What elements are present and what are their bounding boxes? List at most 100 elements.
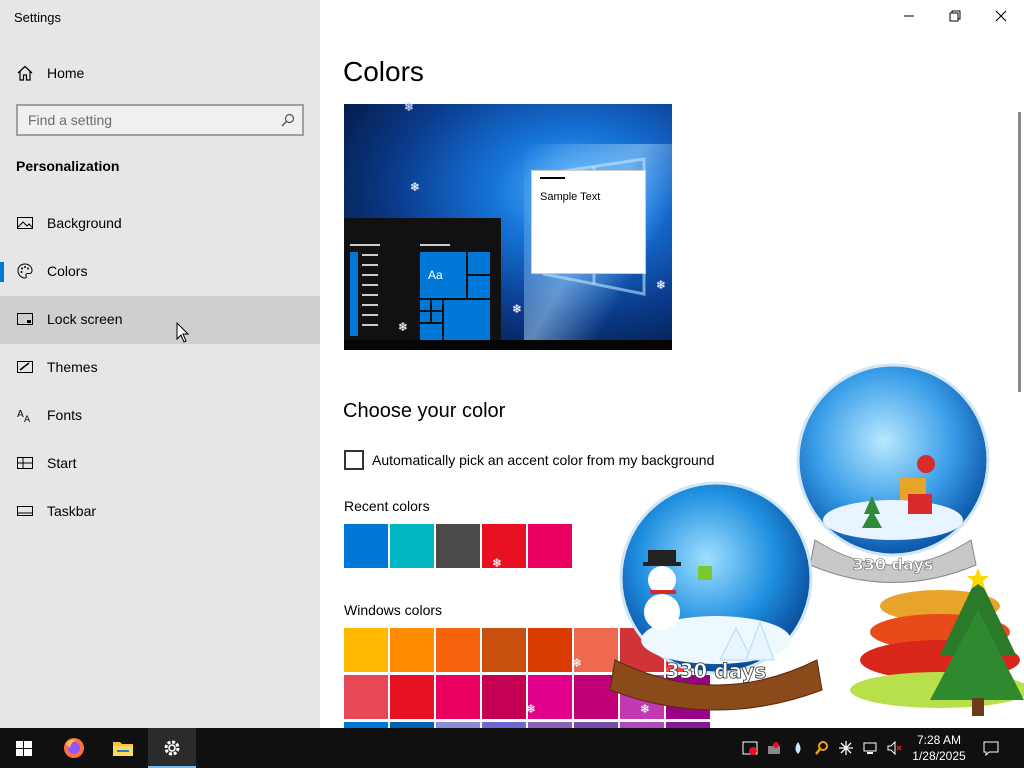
close-icon <box>995 10 1007 22</box>
settings-icon <box>164 740 180 756</box>
search-icon <box>281 113 295 127</box>
snowflake-icon: ❄ <box>656 278 667 292</box>
start-button[interactable] <box>0 728 48 768</box>
sidebar-item-label: Background <box>47 215 122 231</box>
taskbar: 7:28 AM 1/28/2025 <box>0 728 1024 768</box>
firefox-icon <box>64 738 84 758</box>
preview-sample-text: Sample Text <box>540 191 601 203</box>
preview-sample-window: Sample Text <box>531 170 646 274</box>
clock-date: 1/28/2025 <box>912 749 966 763</box>
windows-color-swatch[interactable] <box>482 628 526 672</box>
sidebar-item-label: Start <box>47 455 77 471</box>
firefox-taskbar-button[interactable] <box>50 728 98 768</box>
sidebar-item-label: Lock screen <box>47 311 123 327</box>
windows-color-swatch[interactable] <box>666 675 710 719</box>
snowflake-icon: ❄ <box>640 702 651 716</box>
sidebar-item-colors[interactable]: Colors <box>0 248 320 296</box>
windows-color-swatch[interactable] <box>344 675 388 719</box>
brush-icon <box>17 361 33 373</box>
recent-color-swatch[interactable] <box>436 524 480 568</box>
file-explorer-icon <box>113 742 133 756</box>
start-icon <box>17 457 33 469</box>
windows-color-swatch[interactable] <box>390 675 434 719</box>
network-icon[interactable] <box>862 740 878 756</box>
recent-color-swatch[interactable] <box>344 524 388 568</box>
choose-color-heading: Choose your color <box>343 400 506 422</box>
preview-start-menu: Aa <box>344 218 501 350</box>
snowflake-tray-icon[interactable] <box>838 740 854 756</box>
restore-button[interactable] <box>932 0 978 32</box>
preview-tile: Aa <box>420 252 466 298</box>
sidebar-item-fonts[interactable]: AA Fonts <box>0 392 320 440</box>
windows-color-swatch[interactable] <box>344 628 388 672</box>
minimize-icon <box>904 15 914 17</box>
scrollbar-thumb[interactable] <box>1018 112 1021 392</box>
selection-indicator <box>0 262 4 282</box>
sidebar-item-label: Themes <box>47 359 98 375</box>
sidebar-item-lock-screen[interactable]: Lock screen <box>0 296 320 344</box>
sidebar-item-label: Colors <box>47 263 88 279</box>
windows-color-swatch[interactable] <box>436 675 480 719</box>
svg-text:A: A <box>17 409 24 420</box>
system-clock[interactable]: 7:28 AM 1/28/2025 <box>904 732 974 764</box>
security-shield-icon[interactable] <box>742 740 758 756</box>
minimize-button[interactable] <box>886 0 932 32</box>
recent-colors-label: Recent colors <box>344 498 430 514</box>
mouse-cursor-icon <box>176 322 190 343</box>
windows-color-swatch[interactable] <box>620 628 664 672</box>
sidebar-item-themes[interactable]: Themes <box>0 344 320 392</box>
home-label: Home <box>47 65 85 81</box>
windows-color-swatch[interactable] <box>482 675 526 719</box>
svg-text:A: A <box>24 415 31 423</box>
close-button[interactable] <box>978 0 1024 32</box>
search-input[interactable]: Find a setting <box>16 104 304 136</box>
sidebar-item-taskbar[interactable]: Taskbar <box>0 488 320 536</box>
recent-color-swatch[interactable] <box>390 524 434 568</box>
taskbar-icon <box>17 506 33 516</box>
snowflake-icon: ❄ <box>410 180 421 194</box>
restore-icon <box>949 10 961 22</box>
file-explorer-taskbar-button[interactable] <box>99 728 147 768</box>
preview-taskbar <box>344 340 672 350</box>
snowflake-icon: ❄ <box>512 302 523 316</box>
network-app-icon[interactable] <box>766 740 782 756</box>
checkbox-box[interactable] <box>344 450 364 470</box>
preview-tile <box>350 252 358 336</box>
windows-color-swatch[interactable] <box>436 628 480 672</box>
snowflake-icon: ❄ <box>398 320 409 334</box>
windows-color-swatch[interactable] <box>390 628 434 672</box>
sidebar-item-label: Taskbar <box>47 503 97 519</box>
search-tray-icon[interactable] <box>814 740 830 756</box>
font-icon: AA <box>17 409 31 423</box>
recent-color-swatch[interactable] <box>528 524 572 568</box>
color-preview: Aa Sample Text <box>344 104 672 350</box>
image-icon <box>17 217 33 229</box>
auto-accent-label: Automatically pick an accent color from … <box>372 452 715 468</box>
volume-muted-icon[interactable] <box>886 740 902 756</box>
recent-color-swatch[interactable] <box>482 524 526 568</box>
app-title: Settings <box>14 10 61 25</box>
windows-color-swatch[interactable] <box>574 675 618 719</box>
action-center-icon[interactable] <box>983 740 999 756</box>
settings-sidebar: Settings Home Find a setting Personaliza… <box>0 0 320 728</box>
clock-time: 7:28 AM <box>916 733 962 747</box>
section-title: Personalization <box>16 158 120 174</box>
palette-icon <box>17 263 33 279</box>
home-nav-item[interactable]: Home <box>0 54 320 92</box>
windows-color-swatch[interactable] <box>528 628 572 672</box>
sidebar-item-start[interactable]: Start <box>0 440 320 488</box>
page-title: Colors <box>343 56 424 87</box>
windows-color-swatch[interactable] <box>666 628 710 672</box>
drop-icon[interactable] <box>790 740 806 756</box>
windows-colors-label: Windows colors <box>344 602 443 618</box>
home-icon <box>17 65 33 81</box>
snowflake-icon: ❄ <box>572 656 583 670</box>
sidebar-item-background[interactable]: Background <box>0 200 320 248</box>
windows-start-icon <box>16 741 32 756</box>
preview-tile-text: Aa <box>428 268 443 282</box>
settings-taskbar-button[interactable] <box>148 728 196 768</box>
auto-accent-checkbox[interactable]: Automatically pick an accent color from … <box>344 450 744 470</box>
snowflake-icon: ❄ <box>404 100 415 114</box>
lock-screen-icon <box>17 313 33 325</box>
search-placeholder: Find a setting <box>28 112 113 128</box>
